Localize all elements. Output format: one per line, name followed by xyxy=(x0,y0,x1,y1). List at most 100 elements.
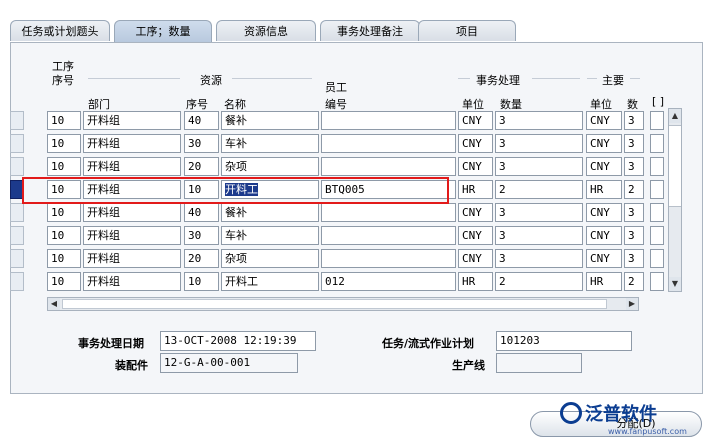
res-seq-cell[interactable]: 40 xyxy=(184,203,219,222)
department-cell[interactable]: 开料组 xyxy=(83,111,181,130)
res-seq-cell[interactable]: 20 xyxy=(184,249,219,268)
flex-field-cell[interactable] xyxy=(650,249,664,268)
resource-name-cell[interactable]: 餐补 xyxy=(221,203,319,222)
row-selector[interactable] xyxy=(10,134,24,153)
vertical-scrollbar[interactable]: ▲ ▼ xyxy=(668,108,682,292)
res-seq-cell[interactable]: 40 xyxy=(184,111,219,130)
op-seq-cell[interactable]: 10 xyxy=(47,157,81,176)
txn-qty-cell[interactable]: 3 xyxy=(495,203,583,222)
row-selector[interactable] xyxy=(10,272,24,291)
txn-qty-cell[interactable]: 3 xyxy=(495,157,583,176)
res-seq-cell[interactable]: 20 xyxy=(184,157,219,176)
row-selector[interactable] xyxy=(10,249,24,268)
op-seq-cell[interactable]: 10 xyxy=(47,249,81,268)
txn-unit-cell[interactable]: CNY xyxy=(458,203,493,222)
flex-field-cell[interactable] xyxy=(650,111,664,130)
department-cell[interactable]: 开料组 xyxy=(83,157,181,176)
primary-qty-cell[interactable]: 2 xyxy=(624,272,644,291)
header-flex-field[interactable]: [ ] xyxy=(652,95,664,108)
row-selector[interactable] xyxy=(10,226,24,245)
primary-unit-cell[interactable]: CNY xyxy=(586,249,622,268)
res-seq-cell[interactable]: 30 xyxy=(184,134,219,153)
op-seq-cell[interactable]: 10 xyxy=(47,111,81,130)
assembly-field[interactable]: 12-G-A-00-001 xyxy=(160,353,298,373)
flex-field-cell[interactable] xyxy=(650,226,664,245)
resource-name-cell[interactable]: 车补 xyxy=(221,226,319,245)
txn-qty-cell[interactable]: 2 xyxy=(495,272,583,291)
txn-unit-cell[interactable]: CNY xyxy=(458,226,493,245)
primary-qty-cell[interactable]: 3 xyxy=(624,226,644,245)
scroll-left-icon[interactable]: ◀ xyxy=(48,298,60,310)
scroll-thumb[interactable] xyxy=(669,125,681,207)
resource-name-cell[interactable]: 杂项 xyxy=(221,157,319,176)
employee-cell[interactable] xyxy=(321,226,456,245)
primary-unit-cell[interactable]: CNY xyxy=(586,134,622,153)
department-cell[interactable]: 开料组 xyxy=(83,272,181,291)
department-cell[interactable]: 开料组 xyxy=(83,134,181,153)
tab-task-header[interactable]: 任务或计划题头 xyxy=(10,20,110,41)
op-seq-cell[interactable]: 10 xyxy=(47,203,81,222)
primary-unit-cell[interactable]: HR xyxy=(586,180,622,199)
primary-unit-cell[interactable]: CNY xyxy=(586,226,622,245)
primary-qty-cell[interactable]: 3 xyxy=(624,203,644,222)
employee-cell[interactable] xyxy=(321,134,456,153)
row-selector[interactable] xyxy=(10,111,24,130)
department-cell[interactable]: 开料组 xyxy=(83,249,181,268)
op-seq-cell[interactable]: 10 xyxy=(47,226,81,245)
res-seq-cell[interactable]: 30 xyxy=(184,226,219,245)
txn-unit-cell[interactable]: CNY xyxy=(458,157,493,176)
resource-name-cell[interactable]: 开料工 xyxy=(221,272,319,291)
txn-unit-cell[interactable]: CNY xyxy=(458,111,493,130)
row-selector[interactable] xyxy=(10,157,24,176)
txn-date-field[interactable]: 13-OCT-2008 12:19:39 xyxy=(160,331,316,351)
scroll-down-icon[interactable]: ▼ xyxy=(669,277,681,291)
txn-unit-cell[interactable]: HR xyxy=(458,272,493,291)
primary-qty-cell[interactable]: 2 xyxy=(624,180,644,199)
employee-cell[interactable] xyxy=(321,111,456,130)
primary-unit-cell[interactable]: HR xyxy=(586,272,622,291)
department-cell[interactable]: 开料组 xyxy=(83,203,181,222)
txn-qty-cell[interactable]: 3 xyxy=(495,134,583,153)
primary-qty-cell[interactable]: 3 xyxy=(624,111,644,130)
employee-cell[interactable]: 012 xyxy=(321,272,456,291)
primary-unit-cell[interactable]: CNY xyxy=(586,111,622,130)
primary-unit-cell[interactable]: CNY xyxy=(586,203,622,222)
employee-cell[interactable] xyxy=(321,203,456,222)
primary-unit-cell[interactable]: CNY xyxy=(586,157,622,176)
flex-field-cell[interactable] xyxy=(650,134,664,153)
tab-project[interactable]: 项目 xyxy=(418,20,516,41)
resource-name-cell[interactable]: 车补 xyxy=(221,134,319,153)
scroll-right-icon[interactable]: ▶ xyxy=(626,298,638,310)
department-cell[interactable]: 开料组 xyxy=(83,226,181,245)
flex-field-cell[interactable] xyxy=(650,157,664,176)
res-seq-cell[interactable]: 10 xyxy=(184,272,219,291)
resource-name-cell[interactable]: 杂项 xyxy=(221,249,319,268)
txn-unit-cell[interactable]: HR xyxy=(458,180,493,199)
employee-cell[interactable] xyxy=(321,249,456,268)
tab-txn-notes[interactable]: 事务处理备注 xyxy=(320,20,420,41)
flex-field-cell[interactable] xyxy=(650,272,664,291)
txn-qty-cell[interactable]: 3 xyxy=(495,249,583,268)
scroll-up-icon[interactable]: ▲ xyxy=(669,109,681,123)
txn-unit-cell[interactable]: CNY xyxy=(458,134,493,153)
production-line-field[interactable] xyxy=(496,353,582,373)
txn-unit-cell[interactable]: CNY xyxy=(458,249,493,268)
employee-cell[interactable] xyxy=(321,157,456,176)
primary-qty-cell[interactable]: 3 xyxy=(624,157,644,176)
txn-qty-cell[interactable]: 2 xyxy=(495,180,583,199)
resource-name-cell[interactable]: 餐补 xyxy=(221,111,319,130)
job-field[interactable]: 101203 xyxy=(496,331,632,351)
hscroll-thumb[interactable] xyxy=(62,299,607,309)
primary-qty-cell[interactable]: 3 xyxy=(624,249,644,268)
op-seq-cell[interactable]: 10 xyxy=(47,134,81,153)
flex-field-cell[interactable] xyxy=(650,203,664,222)
tab-operation-quantity[interactable]: 工序；数量 xyxy=(114,20,212,42)
row-selector[interactable] xyxy=(10,203,24,222)
op-seq-cell[interactable]: 10 xyxy=(47,272,81,291)
tab-resource-info[interactable]: 资源信息 xyxy=(216,20,316,41)
txn-qty-cell[interactable]: 3 xyxy=(495,226,583,245)
horizontal-scrollbar[interactable]: ◀ ▶ xyxy=(47,297,639,311)
txn-qty-cell[interactable]: 3 xyxy=(495,111,583,130)
flex-field-cell[interactable] xyxy=(650,180,664,199)
primary-qty-cell[interactable]: 3 xyxy=(624,134,644,153)
